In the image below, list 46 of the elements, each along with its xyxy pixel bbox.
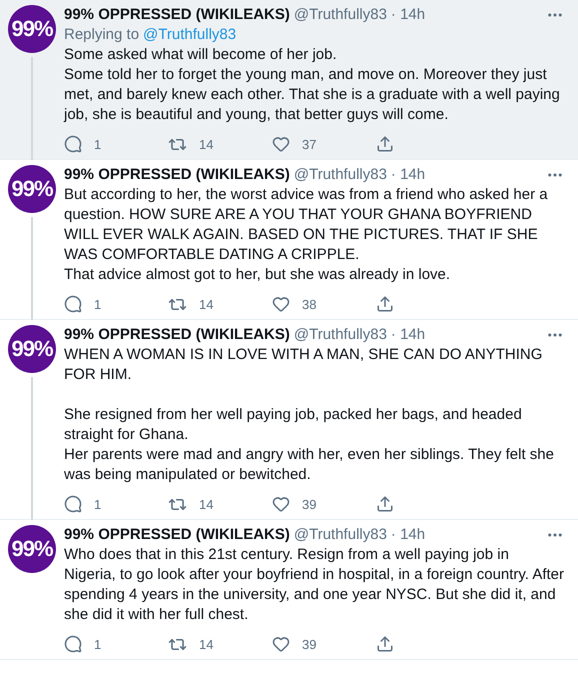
share-icon: [376, 295, 394, 313]
timestamp[interactable]: · 14h: [390, 325, 426, 345]
timestamp[interactable]: · 14h: [390, 165, 426, 185]
display-name[interactable]: 99% OPPRESSED (WIKILEAKS): [64, 325, 290, 345]
retweet-button[interactable]: 14: [168, 494, 272, 514]
reply-button[interactable]: 1: [64, 135, 168, 153]
heart-icon: [272, 295, 290, 313]
user-handle: @Truthfully83: [294, 165, 387, 185]
mention-link[interactable]: @Truthfully83: [143, 25, 236, 45]
heart-icon: [272, 135, 290, 153]
retweet-button[interactable]: 14: [168, 634, 272, 654]
speech-bubble-icon: [64, 135, 82, 153]
reply-button[interactable]: 1: [64, 295, 168, 313]
tweet-text: WHEN A WOMAN IS IN LOVE WITH A MAN, SHE CAN DO ANYTHING FOR HIM. She resigned from her well paying job, packed her bags, and headed straight for Ghana. Her parents were mad and angry with her, even her siblings. They felt she was being manipulated or bewitched.: [64, 345, 555, 485]
like-button[interactable]: 39: [272, 635, 376, 653]
like-button[interactable]: 37: [272, 135, 376, 153]
avatar[interactable]: 99%: [8, 325, 56, 373]
retweet-button[interactable]: 14: [168, 294, 272, 314]
tweet-text: Some asked what will become of her job. Some told her to forget the young man, and move on. Moreover they just met, and barely knew each other. That she is a graduate with a well paying job, she is beautiful and young, that better guys will come.: [64, 45, 561, 125]
reply-button[interactable]: 1: [64, 495, 168, 513]
avatar[interactable]: 99%: [8, 165, 56, 213]
avatar[interactable]: 99%: [8, 5, 56, 53]
speech-bubble-icon: [64, 635, 82, 653]
heart-icon: [272, 635, 290, 653]
replying-to-label: Replying to: [64, 25, 140, 45]
speech-bubble-icon: [64, 495, 82, 513]
like-button[interactable]: 39: [272, 495, 376, 513]
user-handle: @Truthfully83: [294, 325, 387, 345]
timestamp[interactable]: · 14h: [390, 525, 426, 545]
display-name[interactable]: 99% OPPRESSED (WIKILEAKS): [64, 165, 290, 185]
like-button[interactable]: 38: [272, 295, 376, 313]
avatar[interactable]: 99%: [8, 525, 56, 573]
tweet-text: Who does that in this 21st century. Resign from a well paying job in Nigeria, to go look after your boyfriend in hospital, in a foreign country. After spending 4 years in the university, and one year NYSC. But she did it, and she did it with her full chest.: [64, 545, 564, 625]
heart-icon: [272, 495, 290, 513]
display-name[interactable]: 99% OPPRESSED (WIKILEAKS): [64, 525, 290, 545]
display-name[interactable]: 99% OPPRESSED (WIKILEAKS): [64, 5, 290, 25]
timestamp[interactable]: · 14h: [390, 5, 426, 25]
user-handle: @Truthfully83: [294, 525, 387, 545]
speech-bubble-icon: [64, 295, 82, 313]
retweet-button[interactable]: 14: [168, 134, 272, 154]
reply-button[interactable]: 1: [64, 635, 168, 653]
share-icon: [376, 635, 394, 653]
user-handle: @Truthfully83: [294, 5, 387, 25]
tweet-text: But according to her, the worst advice was from a friend who asked her a question. HOW SURE ARE A YOU THAT YOUR GHANA BOYFRIEND WILL EVER WALK AGAIN. BASED ON THE PICTURES. THAT IF SHE WAS COMFORTABLE DATING A CRIPPLE. That advice almost got to her, but she was already in love.: [64, 185, 549, 285]
share-icon: [376, 495, 394, 513]
share-icon: [376, 135, 394, 153]
